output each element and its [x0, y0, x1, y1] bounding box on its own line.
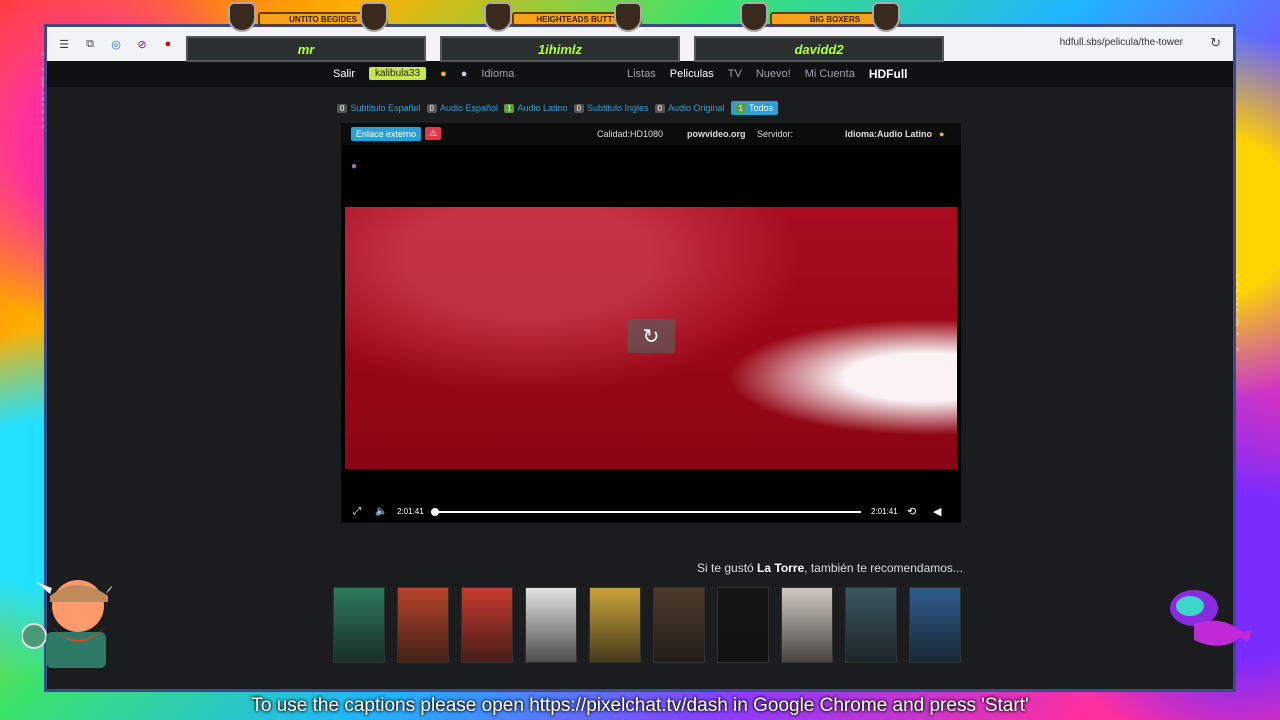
- nav-peliculas[interactable]: Peliculas: [670, 68, 714, 80]
- filter-audio-latino[interactable]: 1 Audio Latino: [504, 101, 568, 115]
- latin-flag-icon: ●: [939, 129, 945, 139]
- url-bar[interactable]: hdfull.sbs/pelicula/the-tower: [1060, 37, 1183, 48]
- filter-label: Audio Español: [439, 103, 499, 113]
- recommendation-poster-8[interactable]: [781, 587, 833, 663]
- filter-label: Audio Original: [667, 103, 725, 113]
- wifi-icon[interactable]: ◎: [109, 37, 123, 51]
- recommendation-poster-5[interactable]: [589, 587, 641, 663]
- time-elapsed: 2:01:41: [397, 507, 424, 516]
- rec-suffix: , también te recomendamos...: [804, 561, 963, 575]
- filter-count: 0: [654, 103, 665, 113]
- quality-label: Calidad:HD1080: [597, 129, 664, 139]
- filter-label: Subtitulo Ingles: [586, 103, 649, 113]
- rec-movie-title[interactable]: La Torre: [757, 561, 804, 575]
- language-label: Idioma:Audio Latino: [845, 129, 932, 139]
- filter-audio-original[interactable]: 0 Audio Original: [654, 101, 725, 115]
- filter-count: 0: [573, 103, 584, 113]
- replay-button[interactable]: ↻: [627, 319, 675, 353]
- filter-audio-espanol[interactable]: 0 Audio Español: [426, 101, 499, 115]
- seek-bar[interactable]: [431, 508, 861, 516]
- recommendation-posters: [333, 587, 961, 663]
- fullscreen-icon[interactable]: ⤢: [353, 506, 361, 517]
- recommendation-poster-7[interactable]: [717, 587, 769, 663]
- filter-count: 0: [337, 103, 348, 113]
- browser-toolbar: ☰ ⧉ ◎ ⊘ ● hdfull.sbs/pelicula/the-tower …: [47, 27, 1233, 61]
- rec-prefix: Si te gustó: [697, 561, 758, 575]
- server-label: Servidor:: [757, 129, 794, 139]
- player-info-bar: Enlace externo ⚠ Calidad:HD1080 powvideo…: [341, 123, 961, 145]
- nav-listas[interactable]: Listas: [627, 68, 656, 80]
- recommendation-poster-6[interactable]: [653, 587, 705, 663]
- logout-link[interactable]: Salir: [333, 68, 355, 80]
- server-name: powvideo.org: [687, 129, 746, 139]
- block-icon[interactable]: ⊘: [135, 37, 149, 51]
- recommendation-poster-3[interactable]: [461, 587, 513, 663]
- external-link-button[interactable]: Enlace externo: [351, 127, 422, 141]
- nav-tv[interactable]: TV: [728, 68, 742, 80]
- filter-count: 0: [426, 103, 437, 113]
- record-icon[interactable]: ●: [161, 37, 175, 51]
- filter-label: Audio Latino: [517, 103, 568, 113]
- uk-flag-icon[interactable]: ●: [461, 68, 468, 80]
- reload-icon[interactable]: ↻: [1210, 35, 1221, 51]
- rewind-icon[interactable]: ⟲: [907, 505, 916, 518]
- filter-label: Todos: [748, 103, 773, 113]
- filter-subtitulo-espanol[interactable]: 0 Subtitulo Español: [337, 101, 421, 115]
- extension-icon[interactable]: ⧉: [83, 37, 97, 51]
- filter-label: Subtitulo Español: [350, 103, 421, 113]
- player-controls: ⤢ 🔈 2:01:41 2:01:41 ⟲ ◀: [341, 501, 961, 523]
- seek-knob[interactable]: [431, 508, 439, 516]
- play-icon[interactable]: ◀: [933, 505, 941, 518]
- purple-alien-mascot-icon: [1164, 584, 1254, 654]
- site-logo[interactable]: HDFull: [869, 67, 908, 81]
- site-header: Salir kalibula33 ● ● Idioma Listas Pelic…: [47, 61, 1233, 87]
- idioma-label[interactable]: Idioma: [481, 68, 514, 80]
- report-warning-icon[interactable]: ⚠: [425, 127, 442, 140]
- menu-icon[interactable]: ☰: [57, 37, 71, 51]
- server-logo-icon: ●: [351, 161, 358, 172]
- recommendations-heading: Si te gustó La Torre, también te recomen…: [697, 561, 963, 575]
- video-frame[interactable]: ↻: [345, 207, 957, 469]
- spain-flag-icon[interactable]: ●: [440, 68, 447, 80]
- stream-caption: To use the captions please open https://…: [251, 695, 1029, 716]
- video-player: Enlace externo ⚠ Calidad:HD1080 powvideo…: [341, 123, 961, 523]
- recommendation-poster-10[interactable]: [909, 587, 961, 663]
- volume-icon[interactable]: 🔈: [375, 506, 387, 517]
- viking-mascot-icon: [21, 574, 118, 670]
- nav-mi-cuenta[interactable]: Mi Cuenta: [805, 68, 855, 80]
- user-badge[interactable]: kalibula33: [369, 67, 427, 80]
- browser-window: ☰ ⧉ ◎ ⊘ ● hdfull.sbs/pelicula/the-tower …: [44, 24, 1236, 692]
- recommendation-poster-1[interactable]: [333, 587, 385, 663]
- language-filters: 0 Subtitulo Español 0 Audio Español 1 Audio…: [337, 101, 778, 115]
- filter-count: 1: [735, 103, 746, 113]
- nav-nuevo[interactable]: Nuevo!: [756, 68, 791, 80]
- time-total: 2:01:41: [871, 507, 898, 516]
- filter-todos[interactable]: 1 Todos: [730, 101, 778, 115]
- filter-count: 1: [504, 103, 515, 113]
- filter-subtitulo-ingles[interactable]: 0 Subtitulo Ingles: [573, 101, 649, 115]
- recommendation-poster-9[interactable]: [845, 587, 897, 663]
- recommendation-poster-2[interactable]: [397, 587, 449, 663]
- recommendation-poster-4[interactable]: [525, 587, 577, 663]
